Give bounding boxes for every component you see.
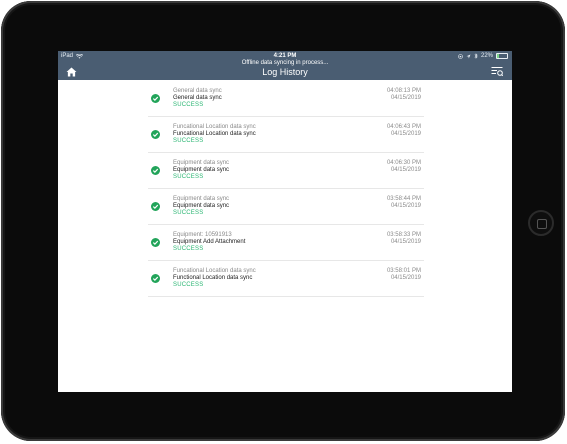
log-timestamp: 04:06:43 PM 04/15/2019 — [387, 124, 421, 138]
ipad-frame: iPad 4:21 PM 22% Offline data syncing in… — [1, 1, 565, 441]
sync-message: Offline data syncing in process... — [241, 60, 329, 66]
log-description: General data sync — [173, 95, 222, 101]
log-entity: Equipment data sync — [173, 196, 230, 202]
filter-list-icon[interactable] — [491, 66, 503, 77]
log-text: Funcational Location data sync Funcationa… — [173, 124, 256, 145]
success-check-icon — [151, 166, 160, 175]
home-button-square — [537, 219, 547, 229]
log-time: 04:06:30 PM — [386, 160, 421, 166]
log-date: 04/15/2019 — [390, 131, 421, 137]
status-right: 22% — [458, 53, 508, 59]
battery-icon — [496, 53, 508, 59]
log-date: 04/15/2019 — [390, 167, 421, 173]
log-description: Functional Location data sync — [173, 275, 253, 281]
log-status: SUCCESS — [173, 210, 204, 216]
log-timestamp: 03:58:44 PM 04/15/2019 — [387, 196, 421, 210]
log-row[interactable]: Funcational Location data sync Funcationa… — [148, 118, 424, 153]
log-status: SUCCESS — [173, 138, 204, 144]
log-description: Equipment Add Attachment — [173, 239, 246, 245]
success-check-icon — [151, 274, 160, 283]
log-entity: Equipment data sync — [173, 160, 230, 166]
log-text: Funcational Location data sync Functional… — [173, 268, 256, 289]
device-home-button[interactable] — [528, 210, 554, 236]
log-text: Equipment data sync Equipment data sync SU… — [173, 160, 229, 181]
success-check-icon — [151, 202, 160, 211]
log-description: Funcational Location data sync — [173, 131, 256, 137]
log-timestamp: 04:06:30 PM 04/15/2019 — [387, 160, 421, 174]
log-entity: Funcational Location data sync — [173, 124, 256, 130]
log-time: 03:58:33 PM — [386, 232, 421, 238]
log-status: SUCCESS — [173, 282, 204, 288]
status-time: 4:21 PM — [273, 53, 297, 59]
bluetooth-icon — [474, 53, 478, 59]
battery-fill — [497, 54, 500, 58]
log-timestamp: 03:58:01 PM 04/15/2019 — [387, 268, 421, 282]
top-bar: iPad 4:21 PM 22% Offline data syncing in… — [58, 51, 512, 80]
log-description: Equipment data sync — [173, 203, 230, 209]
log-date: 04/15/2019 — [390, 239, 421, 245]
log-time: 03:58:44 PM — [386, 196, 421, 202]
location-icon — [466, 54, 471, 58]
log-text: Equipment data sync Equipment data sync SU… — [173, 196, 229, 217]
log-time: 03:58:01 PM — [386, 268, 421, 274]
success-check-icon — [151, 238, 160, 247]
log-list: General data sync General data sync SUCCES… — [148, 82, 424, 298]
success-check-icon — [151, 94, 160, 103]
log-time: 04:08:13 PM — [386, 88, 421, 94]
log-status: SUCCESS — [173, 102, 204, 108]
success-check-icon — [151, 130, 160, 139]
log-row[interactable]: General data sync General data sync SUCCES… — [148, 82, 424, 117]
log-timestamp: 04:08:13 PM 04/15/2019 — [387, 88, 421, 102]
log-text: Equipment: 10591913 Equipment Add Attachm… — [173, 232, 245, 253]
log-description: Equipment data sync — [173, 167, 230, 173]
log-date: 04/15/2019 — [390, 275, 421, 281]
app-screen: iPad 4:21 PM 22% Offline data syncing in… — [58, 51, 512, 392]
log-status: SUCCESS — [173, 174, 204, 180]
log-row[interactable]: Funcational Location data sync Functional… — [148, 262, 424, 297]
log-entity: General data sync — [173, 88, 222, 94]
log-row[interactable]: Equipment data sync Equipment data sync SU… — [148, 190, 424, 225]
log-time: 04:06:43 PM — [386, 124, 421, 130]
log-entity: Funcational Location data sync — [173, 268, 256, 274]
log-timestamp: 03:58:33 PM 04/15/2019 — [387, 232, 421, 246]
log-row[interactable]: Equipment: 10591913 Equipment Add Attachm… — [148, 226, 424, 261]
log-date: 04/15/2019 — [390, 203, 421, 209]
log-row[interactable]: Equipment data sync Equipment data sync SU… — [148, 154, 424, 189]
log-entity: Equipment: 10591913 — [173, 232, 232, 238]
log-date: 04/15/2019 — [390, 95, 421, 101]
orientation-lock-icon — [458, 53, 463, 59]
battery-percent: 22% — [480, 53, 493, 59]
log-text: General data sync General data sync SUCCES… — [173, 88, 222, 109]
page-title: Log History — [262, 67, 308, 77]
log-status: SUCCESS — [173, 246, 204, 252]
